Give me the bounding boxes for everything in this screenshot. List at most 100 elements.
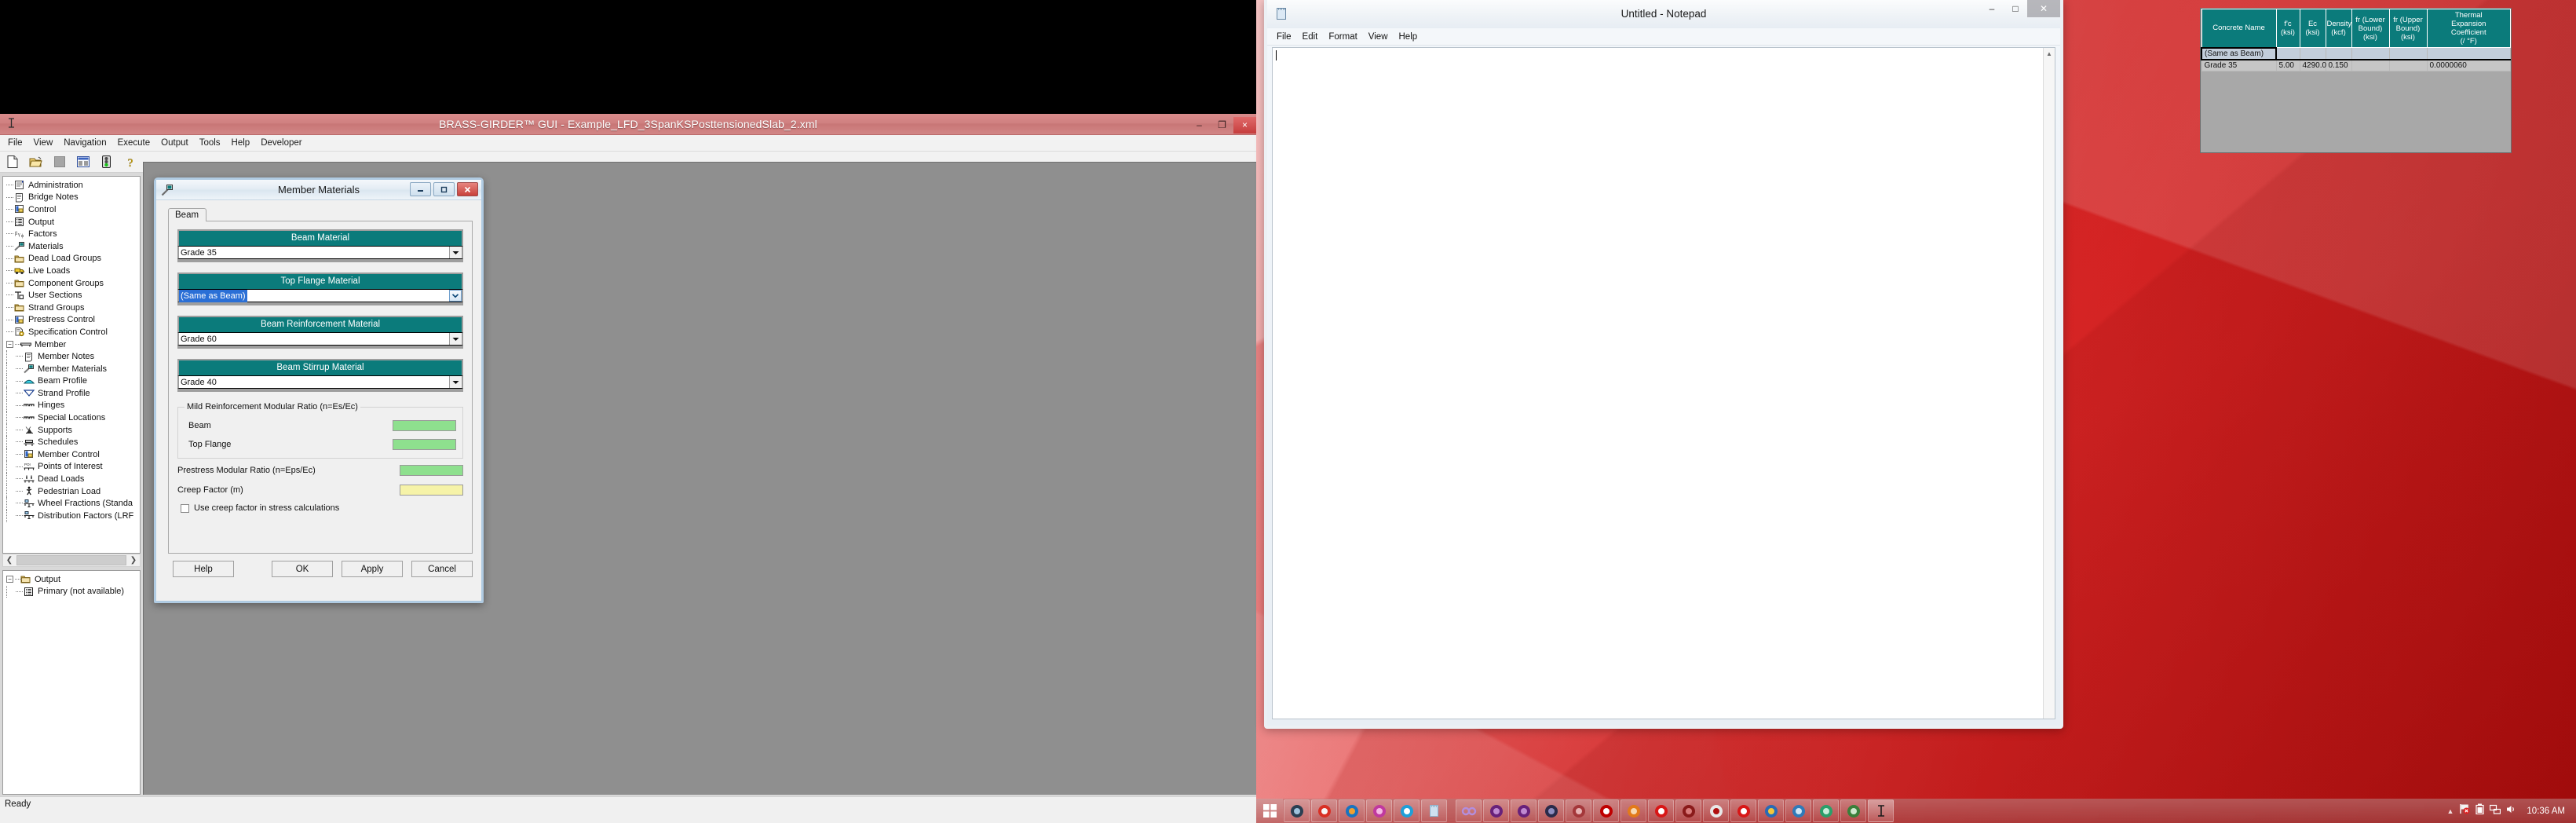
help-button[interactable]: Help: [173, 561, 234, 577]
cell-concrete-name[interactable]: Grade 35: [2201, 58, 2277, 71]
start-orb-icon[interactable]: [1256, 799, 1283, 823]
col-fr-lower[interactable]: fr (Lower Bound) (ksi): [2351, 9, 2390, 48]
tree-item-materials[interactable]: Materials: [6, 240, 140, 253]
scroll-right-arrow[interactable]: ❯: [127, 556, 140, 565]
tab-beam[interactable]: Beam: [168, 208, 207, 221]
battery-icon[interactable]: [2476, 803, 2485, 818]
report-icon[interactable]: [75, 154, 91, 170]
output-tree[interactable]: − Output Primary (not available): [2, 570, 141, 795]
traffic-light-icon[interactable]: [98, 154, 115, 170]
tree-item-supports[interactable]: Supports: [6, 423, 140, 437]
menu-developer[interactable]: Developer: [255, 137, 307, 149]
dialog-titlebar[interactable]: Member Materials: [156, 180, 481, 200]
tree-item-schedules[interactable]: Schedules: [6, 436, 140, 449]
tree-expander-toggle[interactable]: −: [6, 576, 13, 583]
cell-ec[interactable]: 4290.0: [2299, 58, 2326, 71]
concrete-materials-table[interactable]: Concrete Name f'c (ksi) Ec (ksi) Density (k…: [2200, 8, 2512, 153]
beam-reinforcement-material-combo[interactable]: Grade 60: [177, 332, 463, 346]
tree-item-hinges[interactable]: Hinges: [6, 399, 140, 412]
tree-item-output[interactable]: − Output: [6, 573, 140, 586]
tree-expander-toggle[interactable]: −: [6, 341, 13, 349]
menu-help[interactable]: Help: [226, 137, 256, 149]
notepad-titlebar[interactable]: Untitled - Notepad – □ ✕: [1267, 0, 2060, 28]
restore-button[interactable]: [433, 182, 455, 196]
taskbar-imagemagick-icon[interactable]: [1648, 799, 1674, 822]
save-icon[interactable]: [51, 154, 68, 170]
taskbar-gimp-icon[interactable]: [1675, 799, 1701, 822]
table-row[interactable]: (Same as Beam): [2201, 46, 2511, 60]
taskbar-imagemagick-2-icon[interactable]: [1730, 799, 1756, 822]
tree-item-prestress-control[interactable]: Prestress Control: [6, 314, 140, 327]
taskbar-infinity-icon[interactable]: [1456, 799, 1482, 822]
notepad-vertical-scrollbar[interactable]: ▲: [2043, 48, 2055, 719]
taskbar-chrome-icon[interactable]: [1311, 799, 1337, 822]
tree-item-bridge-notes[interactable]: Bridge Notes: [6, 192, 140, 204]
cell-fc[interactable]: 5.00: [2275, 58, 2300, 71]
menu-execute[interactable]: Execute: [112, 137, 156, 149]
col-density[interactable]: Density (kcf): [2325, 9, 2352, 48]
cell-fr-lower[interactable]: [2351, 58, 2390, 71]
col-concrete-name[interactable]: Concrete Name: [2201, 9, 2277, 48]
taskbar-skype-icon[interactable]: [1394, 799, 1420, 822]
menu-format[interactable]: Format: [1323, 31, 1362, 43]
menu-help[interactable]: Help: [1394, 31, 1423, 43]
close-button[interactable]: [457, 182, 478, 196]
prestress-modular-ratio-input[interactable]: [400, 464, 463, 476]
navigation-tree[interactable]: Administration Bridge Notes Control Output β…: [2, 176, 141, 554]
taskbar-brass-girder-icon[interactable]: [1868, 799, 1894, 822]
taskbar-filezilla-icon[interactable]: [1593, 799, 1619, 822]
show-hidden-icons-arrow[interactable]: ▲: [2446, 807, 2454, 815]
cell-thermal[interactable]: [2426, 47, 2511, 60]
cell-fr-upper[interactable]: [2388, 47, 2428, 60]
cell-density[interactable]: 0.150: [2325, 58, 2352, 71]
taskbar-visual-studio-icon[interactable]: [1483, 799, 1509, 822]
scroll-left-arrow[interactable]: ❮: [3, 556, 16, 565]
help-question-icon[interactable]: ?: [122, 154, 138, 170]
scroll-up-arrow[interactable]: ▲: [2044, 48, 2055, 59]
taskbar-tux-icon[interactable]: [1284, 799, 1310, 822]
taskbar-firefox-icon[interactable]: [1339, 799, 1365, 822]
taskbar-vlc-icon[interactable]: [1621, 799, 1646, 822]
modular-beam-input[interactable]: [393, 419, 456, 431]
tree-item-dead-loads[interactable]: Dead Loads: [6, 473, 140, 485]
apply-button[interactable]: Apply: [342, 561, 403, 577]
use-creep-factor-checkbox-row[interactable]: Use creep factor in stress calculations: [177, 503, 463, 513]
tree-item-member-notes[interactable]: Member Notes: [6, 350, 140, 363]
tree-item-user-sections[interactable]: User Sections: [6, 289, 140, 302]
menu-view[interactable]: View: [28, 137, 59, 149]
taskbar-lock-icon[interactable]: [1538, 799, 1564, 822]
tree-item-strand-profile[interactable]: Strand Profile: [6, 387, 140, 400]
taskbar-paint-icon[interactable]: [1758, 799, 1784, 822]
top-flange-material-combo[interactable]: (Same as Beam): [177, 289, 463, 302]
beam-material-combo[interactable]: Grade 35: [177, 246, 463, 259]
close-button[interactable]: ✕: [2027, 0, 2060, 17]
volume-icon[interactable]: [2506, 804, 2516, 818]
taskbar-app2-icon[interactable]: [1813, 799, 1839, 822]
tree-item-dead-load-groups[interactable]: Dead Load Groups: [6, 253, 140, 265]
brass-titlebar[interactable]: BRASS-GIRDER™ GUI - Example_LFD_3SpanKSP…: [0, 114, 1256, 135]
minimize-button[interactable]: –: [1980, 0, 2004, 17]
tree-item-primary-not-available[interactable]: Primary (not available): [6, 585, 140, 598]
tree-item-special-locations[interactable]: Special Locations: [6, 412, 140, 424]
taskbar-acrobat-icon[interactable]: [1703, 799, 1729, 822]
table-row[interactable]: Grade 35 5.00 4290.0 0.150 0.0000060: [2201, 58, 2511, 71]
tree-item-member-materials[interactable]: Member Materials: [6, 362, 140, 375]
chevron-down-icon[interactable]: [449, 290, 462, 302]
menu-navigation[interactable]: Navigation: [58, 137, 111, 149]
tree-item-administration[interactable]: Administration: [6, 179, 140, 192]
tree-item-component-groups[interactable]: Component Groups: [6, 277, 140, 290]
tree-item-live-loads[interactable]: Live Loads: [6, 265, 140, 277]
menu-file[interactable]: File: [2, 137, 28, 149]
col-fr-upper[interactable]: fr (Upper Bound) (ksi): [2388, 9, 2428, 48]
network-icon[interactable]: [2490, 804, 2501, 818]
tree-item-beam-profile[interactable]: Beam Profile: [6, 375, 140, 388]
cell-ec[interactable]: [2299, 47, 2326, 60]
cell-fr-upper[interactable]: [2388, 58, 2428, 71]
menu-view[interactable]: View: [1363, 31, 1394, 43]
col-thermal-expansion[interactable]: Thermal Expansion Coefficient (/ °F): [2426, 9, 2511, 48]
taskbar-clock[interactable]: 10:36 AM: [2527, 807, 2565, 816]
col-ec[interactable]: Ec (ksi): [2299, 9, 2326, 48]
cancel-button[interactable]: Cancel: [411, 561, 473, 577]
tree-item-specification-control[interactable]: Specification Control: [6, 326, 140, 338]
taskbar-app3-icon[interactable]: [1840, 799, 1866, 822]
